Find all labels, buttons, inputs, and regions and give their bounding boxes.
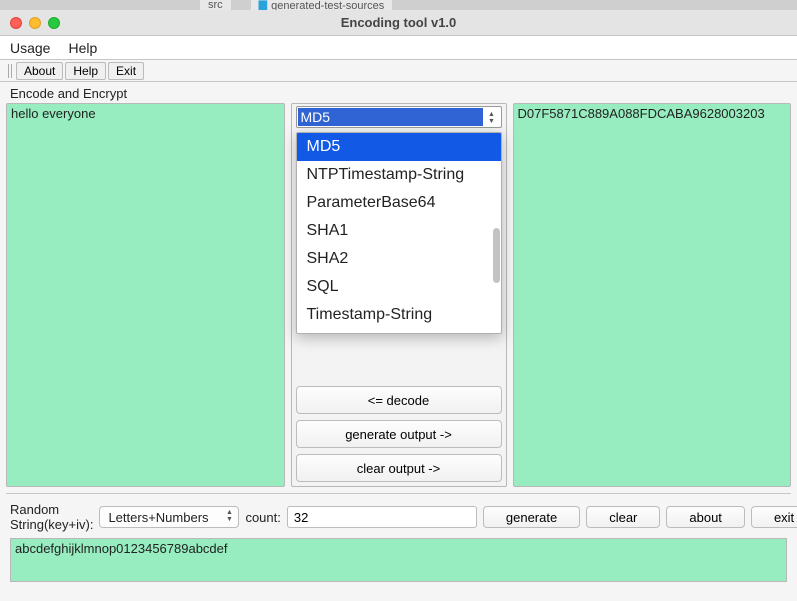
algo-option-timestamp[interactable]: Timestamp-String — [297, 301, 501, 329]
random-exit-button[interactable]: exit — [751, 506, 797, 528]
random-mode-select[interactable]: Letters+Numbers ▲▼ — [99, 506, 239, 528]
algorithm-combo-input[interactable]: MD5 ▲▼ — [296, 106, 502, 128]
window-title: Encoding tool v1.0 — [0, 15, 797, 30]
algorithm-selected: MD5 — [298, 108, 483, 126]
algorithm-combo[interactable]: MD5 ▲▼ MD5 NTPTimestamp-String Parameter… — [296, 106, 502, 130]
toolbar: About Help Exit — [0, 60, 797, 82]
algo-option-sql[interactable]: SQL — [297, 273, 501, 301]
menu-help[interactable]: Help — [68, 40, 97, 56]
menubar: Usage Help — [0, 36, 797, 60]
random-string-section: Random String(key+iv): Letters+Numbers ▲… — [6, 493, 791, 582]
background-tabs: src ▇generated-test-sources — [0, 0, 797, 10]
algo-option-url[interactable]: URL — [297, 329, 501, 334]
clear-output-button[interactable]: clear output -> — [296, 454, 502, 482]
exit-button[interactable]: Exit — [108, 62, 144, 80]
algo-option-ntptimestamp[interactable]: NTPTimestamp-String — [297, 161, 501, 189]
algorithm-dropdown: MD5 NTPTimestamp-String ParameterBase64 … — [296, 132, 502, 334]
output-textarea[interactable]: D07F5871C889A088FDCABA9628003203 — [513, 103, 792, 487]
algo-option-parameterbase64[interactable]: ParameterBase64 — [297, 189, 501, 217]
dropdown-scrollbar[interactable] — [493, 228, 500, 283]
input-textarea[interactable]: hello everyone — [6, 103, 285, 487]
random-output-textarea[interactable]: abcdefghijklmnop0123456789abcdef — [10, 538, 787, 582]
menu-usage[interactable]: Usage — [10, 40, 50, 56]
decode-button[interactable]: <= decode — [296, 386, 502, 414]
stepper-arrows-icon[interactable]: ▲▼ — [485, 109, 499, 127]
random-clear-button[interactable]: clear — [586, 506, 660, 528]
random-about-button[interactable]: about — [666, 506, 745, 528]
section-label: Encode and Encrypt — [0, 82, 797, 103]
count-input[interactable] — [287, 506, 477, 528]
toolbar-handle — [8, 64, 12, 78]
random-generate-button[interactable]: generate — [483, 506, 580, 528]
algo-option-sha2[interactable]: SHA2 — [297, 245, 501, 273]
about-button[interactable]: About — [16, 62, 63, 80]
generate-output-button[interactable]: generate output -> — [296, 420, 502, 448]
titlebar: Encoding tool v1.0 — [0, 10, 797, 36]
random-mode-value: Letters+Numbers — [108, 510, 208, 525]
controls-panel: MD5 ▲▼ MD5 NTPTimestamp-String Parameter… — [291, 103, 507, 487]
stepper-arrows-icon: ▲▼ — [223, 509, 235, 523]
random-controls-row: Random String(key+iv): Letters+Numbers ▲… — [6, 502, 791, 538]
random-label: Random String(key+iv): — [10, 502, 93, 532]
help-button[interactable]: Help — [65, 62, 106, 80]
count-label: count: — [245, 510, 280, 525]
algo-option-sha1[interactable]: SHA1 — [297, 217, 501, 245]
main-content: hello everyone MD5 ▲▼ MD5 NTPTimestamp-S… — [0, 103, 797, 487]
algo-option-md5[interactable]: MD5 — [297, 133, 501, 161]
